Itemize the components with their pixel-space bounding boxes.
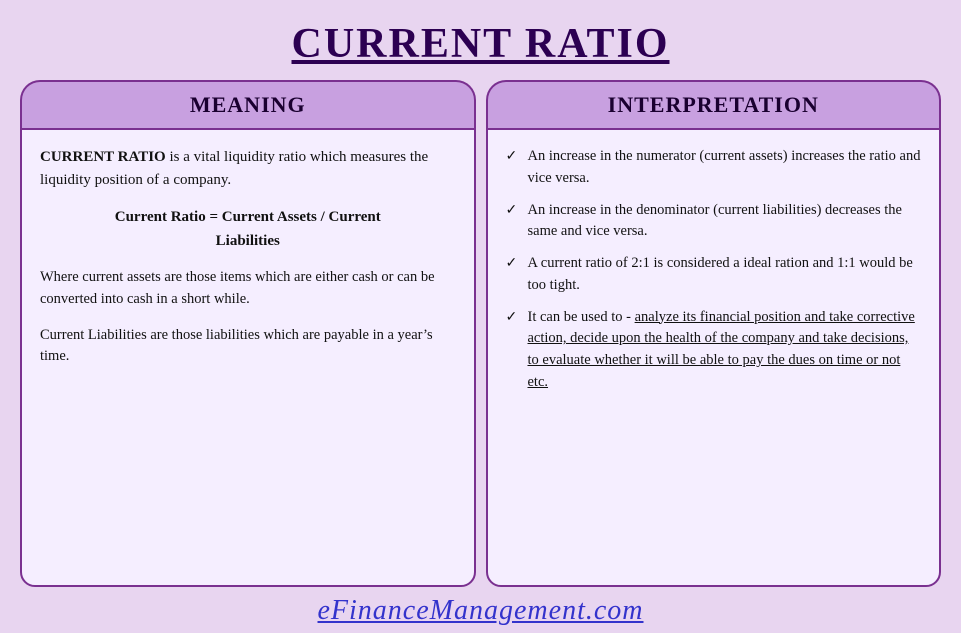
title-container: CURRENT RATIO bbox=[20, 10, 941, 80]
interp-item-3: A current ratio of 2:1 is considered a i… bbox=[528, 255, 913, 293]
interpretation-list: An increase in the numerator (current as… bbox=[506, 146, 922, 394]
interp-item-1: An increase in the numerator (current as… bbox=[528, 148, 921, 186]
meaning-column: MEANING CURRENT RATIO is a vital liquidi… bbox=[20, 80, 476, 587]
interpretation-header: INTERPRETATION bbox=[486, 80, 942, 128]
list-item: An increase in the denominator (current … bbox=[506, 200, 922, 244]
meaning-body: CURRENT RATIO is a vital liquidity ratio… bbox=[20, 128, 476, 587]
where-text: Where current assets are those items whi… bbox=[40, 267, 456, 311]
interp-item-2: An increase in the denominator (current … bbox=[528, 202, 902, 240]
meaning-header: MEANING bbox=[20, 80, 476, 128]
footer: eFinanceManagement.com bbox=[20, 587, 941, 633]
list-item: A current ratio of 2:1 is considered a i… bbox=[506, 253, 922, 297]
meaning-bold-term: CURRENT RATIO bbox=[40, 149, 166, 165]
list-item: An increase in the numerator (current as… bbox=[506, 146, 922, 190]
formula-block: Current Ratio = Current Assets / Current… bbox=[40, 205, 456, 253]
footer-text: eFinanceManagement.com bbox=[318, 595, 644, 626]
list-item: It can be used to - analyze its financia… bbox=[506, 307, 922, 394]
meaning-header-text: MEANING bbox=[190, 92, 306, 117]
interpretation-header-text: INTERPRETATION bbox=[608, 92, 819, 117]
main-title: CURRENT RATIO bbox=[292, 21, 670, 67]
interp-item-4-plain: It can be used to - bbox=[528, 309, 635, 325]
formula-line2: Liabilities bbox=[40, 229, 456, 253]
formula-line1: Current Ratio = Current Assets / Current bbox=[40, 205, 456, 229]
interpretation-body: An increase in the numerator (current as… bbox=[486, 128, 942, 587]
meaning-intro: CURRENT RATIO is a vital liquidity ratio… bbox=[40, 146, 456, 191]
liabilities-text: Current Liabilities are those liabilitie… bbox=[40, 325, 456, 369]
content-area: MEANING CURRENT RATIO is a vital liquidi… bbox=[20, 80, 941, 587]
interpretation-column: INTERPRETATION An increase in the numera… bbox=[486, 80, 942, 587]
